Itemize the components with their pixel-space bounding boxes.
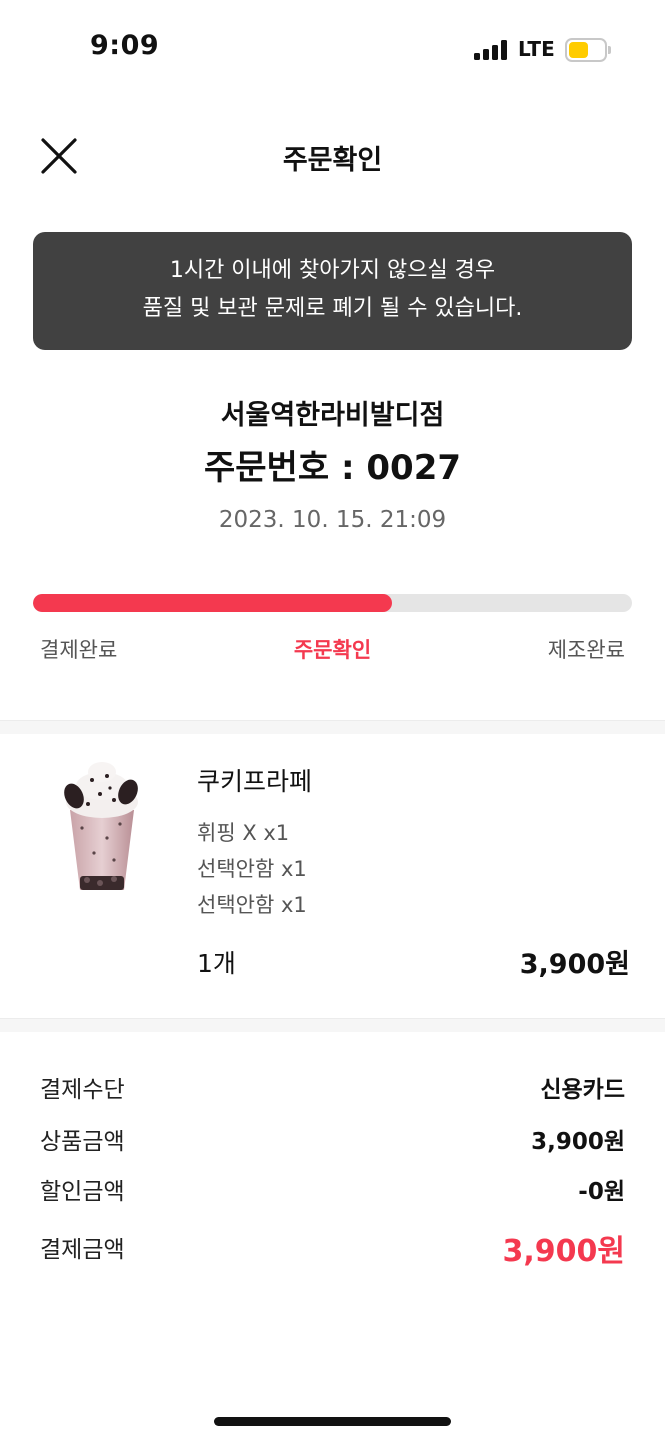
total-row: 결제금액 3,900원 [40,1230,625,1270]
home-indicator[interactable] [214,1417,451,1426]
section-divider [0,1018,665,1032]
discount-row: 할인금액 -0원 [40,1172,625,1212]
notice-line-1: 1시간 이내에 찾아가지 않으실 경우 [169,258,496,283]
discount-value: -0원 [578,1179,625,1205]
subtotal-row: 상품금액 3,900원 [40,1122,625,1162]
step-preparation-complete: 제조완료 [547,638,625,662]
total-value: 3,900원 [502,1234,626,1269]
signal-icon [474,40,508,60]
product-image [52,758,152,898]
status-time: 9:09 [90,30,160,61]
page-title: 주문확인 [282,145,383,176]
product-quantity: 1개 [197,949,236,978]
product-option: 선택안함 x1 [197,857,307,881]
product-name: 쿠키프라페 [197,767,313,796]
order-progress-bar [33,594,632,612]
order-number: 주문번호 : 0027 [203,448,462,488]
payment-method-value: 신용카드 [540,1077,625,1103]
network-type: LTE [518,37,555,61]
subtotal-label: 상품금액 [40,1129,125,1155]
product-option: 휘핑 X x1 [197,821,290,845]
discount-label: 할인금액 [40,1179,125,1205]
order-progress-fill [33,594,393,612]
payment-method-label: 결제수단 [40,1077,125,1103]
notice-line-2: 품질 및 보관 문제로 폐기 될 수 있습니다. [142,296,523,321]
store-name: 서울역한라비발디점 [220,400,445,431]
product-options: 휘핑 X x1 선택안함 x1 선택안함 x1 [197,817,307,925]
product-price: 3,900원 [519,949,630,980]
status-bar: 9:09 LTE [0,0,665,100]
payment-method-row: 결제수단 신용카드 [40,1070,625,1110]
order-datetime: 2023. 10. 15. 21:09 [218,507,447,533]
subtotal-value: 3,900원 [531,1129,625,1155]
pickup-notice: 1시간 이내에 찾아가지 않으실 경우 품질 및 보관 문제로 폐기 될 수 있… [33,232,632,350]
battery-icon [565,38,611,62]
section-divider [0,720,665,734]
product-option: 선택안함 x1 [197,893,307,917]
total-label: 결제금액 [40,1237,125,1263]
